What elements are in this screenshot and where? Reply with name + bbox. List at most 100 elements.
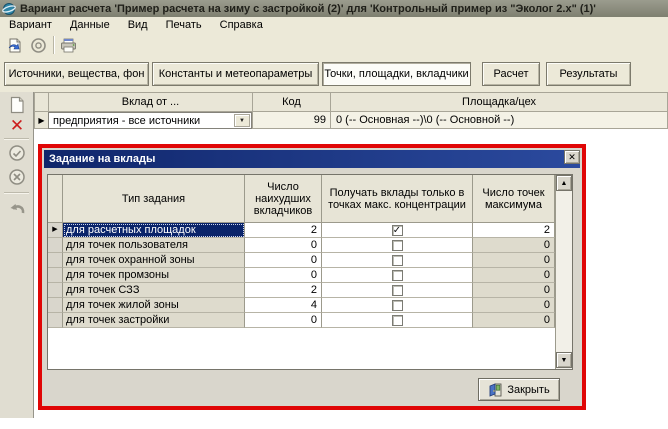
worst-count-cell[interactable]: 2 [245,223,322,238]
task-type-cell[interactable]: для точек пользователя [63,238,245,253]
checkbox[interactable] [392,315,403,326]
contributions-table: Тип задания Число наихудших вкладчиков П… [47,174,573,370]
circle-x-icon [8,168,26,186]
max-points-cell[interactable]: 0 [473,298,555,313]
confirm-button[interactable] [6,142,28,164]
menu-view[interactable]: Вид [119,18,157,33]
contributions-dialog: Задание на вклады ✕ Тип задания Число на… [38,144,586,410]
tab-results[interactable]: Результаты [546,62,631,86]
table-header-only-max-points: Получать вклады только в точках макс. ко… [322,175,473,223]
tab-sources[interactable]: Источники, вещества, фон [4,62,149,86]
max-points-cell[interactable]: 0 [473,283,555,298]
checkbox[interactable] [392,255,403,266]
enterprise-code-cell[interactable]: 99 [252,111,331,129]
close-dialog-label: Закрыть [507,384,549,396]
max-points-cell[interactable]: 2 [473,223,555,238]
new-document-icon [9,96,25,114]
toolbar-separator [53,36,54,54]
side-toolbar: ✕ [0,92,34,418]
worst-count-cell[interactable]: 0 [245,313,322,328]
only-max-cell[interactable] [322,313,473,328]
table-vertical-scrollbar[interactable]: ▲ ▼ [555,175,572,369]
tab-points-contributors[interactable]: Точки, площадки, вкладчики [322,62,471,86]
task-type-cell[interactable]: для точек охранной зоны [63,253,245,268]
close-dialog-button[interactable]: Закрыть [478,378,560,401]
worst-count-cell[interactable]: 2 [245,283,322,298]
new-record-button[interactable] [6,94,28,116]
scroll-down-button[interactable]: ▼ [556,352,572,368]
row-marker-icon: ▶ [52,223,57,237]
app-logo-icon [2,2,16,16]
task-type-cell[interactable]: для точек СЗЗ [63,283,245,298]
main-toolbar [0,33,668,58]
task-type-cell[interactable]: для точек жилой зоны [63,298,245,313]
row-header [48,298,63,313]
circle-icon [30,37,47,54]
worst-count-cell[interactable]: 4 [245,298,322,313]
menu-help[interactable]: Справка [211,18,272,33]
menu-data[interactable]: Данные [61,18,119,33]
only-max-cell[interactable] [322,283,473,298]
window-title: Вариант расчета 'Пример расчета на зиму … [20,3,596,15]
dialog-titlebar: Задание на вклады [44,150,580,168]
delete-x-icon: ✕ [10,117,24,134]
table-header-rowmarker [48,175,63,223]
max-points-cell[interactable]: 0 [473,238,555,253]
dialog-title: Задание на вклады [49,153,155,165]
menu-variant[interactable]: Вариант [0,18,61,33]
table-header-max-points-count: Число точек максимума [473,175,555,223]
checkbox[interactable] [392,240,403,251]
task-type-cell[interactable]: для расчетных площадок [63,223,245,238]
grid-header-contribution: Вклад от ... [48,92,253,112]
row-header [48,268,63,283]
delete-record-button[interactable]: ✕ [6,114,28,136]
checkbox[interactable] [392,270,403,281]
max-points-cell[interactable]: 0 [473,253,555,268]
contribution-dropdown[interactable]: предприятия - все источники ▼ [48,112,252,129]
checkbox[interactable]: ✓ [392,225,403,236]
dropdown-arrow-button[interactable]: ▼ [234,114,250,127]
print-button[interactable] [58,35,80,56]
worst-count-cell[interactable]: 0 [245,238,322,253]
worst-count-cell[interactable]: 0 [245,268,322,283]
side-toolbar-separator [4,192,29,193]
checkbox[interactable] [392,285,403,296]
printer-icon [60,38,78,54]
only-max-cell[interactable] [322,238,473,253]
copy-variant-button[interactable] [3,35,25,56]
only-max-cell[interactable] [322,298,473,313]
only-max-cell[interactable] [322,253,473,268]
dialog-close-button[interactable]: ✕ [564,150,580,164]
task-type-cell[interactable]: для точек застройки [63,313,245,328]
table-header-worst-count: Число наихудших вкладчиков [245,175,322,223]
max-points-cell[interactable]: 0 [473,268,555,283]
checkbox[interactable] [392,300,403,311]
tab-calculation[interactable]: Расчет [482,62,540,86]
row-marker-icon: ▶ [38,116,44,125]
max-points-cell[interactable]: 0 [473,313,555,328]
menu-print[interactable]: Печать [157,18,211,33]
grid-header-site: Площадка/цех [330,92,668,112]
row-header [48,253,63,268]
document-copy-icon [6,37,23,54]
side-toolbar-separator [4,138,29,139]
row-header: ▶ [48,223,63,238]
only-max-cell[interactable]: ✓ [322,223,473,238]
scroll-up-button[interactable]: ▲ [556,175,572,191]
row-header [48,283,63,298]
table-header-task-type: Тип задания [63,175,245,223]
menu-bar: Вариант Данные Вид Печать Справка [0,17,668,33]
tab-constants[interactable]: Константы и метеопараметры [152,62,319,86]
cancel-button[interactable] [6,166,28,188]
grid-header-marker [34,92,49,112]
undo-button[interactable] [6,198,28,220]
site-cell[interactable]: 0 (-- Основная --)\0 (-- Основной --) [330,111,668,129]
only-max-cell[interactable] [322,268,473,283]
row-header [48,238,63,253]
grid-row-marker: ▶ [34,111,49,129]
target-circle-button[interactable] [27,35,49,56]
window-titlebar: Вариант расчета 'Пример расчета на зиму … [0,0,668,17]
worst-count-cell[interactable]: 0 [245,253,322,268]
contribution-dropdown-value: предприятия - все источники [53,114,200,128]
task-type-cell[interactable]: для точек промзоны [63,268,245,283]
